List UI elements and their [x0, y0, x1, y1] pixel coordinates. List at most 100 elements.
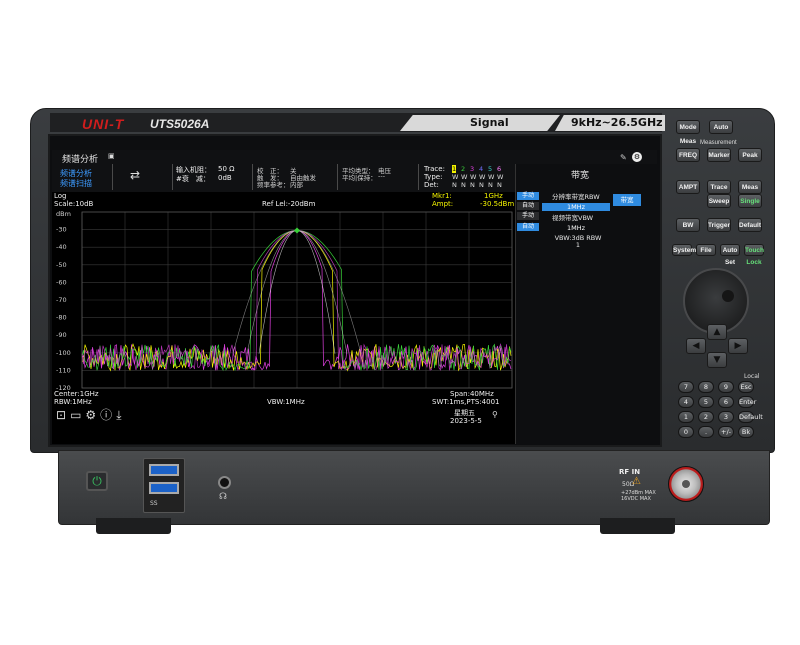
- local-label: Local: [744, 373, 760, 380]
- trace-detector[interactable]: N: [461, 181, 466, 189]
- trace-number[interactable]: 5: [488, 165, 492, 173]
- trace-type[interactable]: W: [497, 173, 503, 181]
- spectrum-graph[interactable]: Log Scale:10dB Ref Lel:-20dBm Mkr1: 1GHz…: [52, 192, 515, 440]
- folder-icon[interactable]: ▭: [70, 408, 85, 422]
- trace-type[interactable]: W: [470, 173, 476, 181]
- trace-detector[interactable]: N: [470, 181, 475, 189]
- usb-port-2[interactable]: [149, 482, 179, 494]
- meas-key[interactable]: FREQ: [676, 148, 700, 162]
- arrow-right-button[interactable]: ▶: [728, 338, 748, 354]
- freq-ref-value: 内部: [290, 181, 303, 189]
- numpad-key[interactable]: 0: [678, 426, 694, 438]
- trace-number[interactable]: 4: [479, 165, 483, 173]
- y-tick-label: -100: [56, 349, 71, 357]
- power-button[interactable]: ⏻: [86, 471, 108, 491]
- swap-icon[interactable]: ⇄: [130, 168, 140, 182]
- vbw-manual-tag[interactable]: 手动: [517, 212, 539, 220]
- y-tick-label: -70: [56, 296, 67, 304]
- peak-marker: [294, 227, 300, 234]
- network-icon[interactable]: ⚲: [492, 410, 498, 419]
- single-key[interactable]: Single: [738, 194, 762, 208]
- system-key[interactable]: Touch Lock: [744, 244, 764, 266]
- det-label: Det:: [424, 181, 439, 189]
- mode-indicator-icon: ▣: [108, 152, 115, 160]
- toolbar-icons[interactable]: ⊡▭⚙ⓘ⤓: [56, 406, 126, 423]
- arrow-down-button[interactable]: ▼: [707, 352, 727, 368]
- trace-detector[interactable]: N: [452, 181, 457, 189]
- submode-sweep[interactable]: 频谱扫描: [60, 178, 92, 189]
- rbw-manual-tag[interactable]: 手动: [517, 192, 539, 200]
- numpad-key[interactable]: 7: [678, 381, 694, 393]
- arrow-up-button[interactable]: ▲: [707, 324, 727, 340]
- meas-key[interactable]: Trace: [707, 180, 731, 194]
- auto-key[interactable]: Auto: [709, 120, 733, 134]
- numpad-key[interactable]: Bk: [738, 426, 754, 438]
- trace-type[interactable]: W: [479, 173, 485, 181]
- span-readout[interactable]: Span:40MHz: [450, 390, 494, 398]
- bw-trigger-default-key[interactable]: Trigger: [707, 218, 731, 232]
- attenuation-value: 0dB: [218, 174, 232, 182]
- trace-type[interactable]: W: [461, 173, 467, 181]
- numpad-key[interactable]: Enter: [738, 396, 756, 408]
- center-frequency[interactable]: Center:1GHz: [54, 390, 99, 398]
- settings-icon[interactable]: ⚙: [85, 408, 100, 422]
- trace-detector[interactable]: N: [488, 181, 493, 189]
- meas-key[interactable]: AMPT: [676, 180, 700, 194]
- bw-trigger-default-key[interactable]: BW: [676, 218, 700, 232]
- rf-connector-pin: [682, 480, 690, 488]
- sweep-time-readout[interactable]: SWT:1ms,PTS:4001: [432, 398, 500, 406]
- numpad-key[interactable]: 1: [678, 411, 694, 423]
- right-foot: [600, 518, 675, 534]
- usb-superspeed-label: SS: [150, 500, 158, 507]
- type-label: Type:: [424, 173, 443, 181]
- rbw-value[interactable]: 1MHz: [542, 203, 610, 211]
- settings-gear-icon[interactable]: ⚙: [632, 152, 642, 162]
- system-key[interactable]: File: [696, 244, 716, 256]
- screenshot-icon[interactable]: ⊡: [56, 408, 70, 422]
- numpad-key[interactable]: 5: [698, 396, 714, 408]
- product-type-label: Signal Analyzer: [400, 115, 560, 131]
- numpad-key[interactable]: 4: [678, 396, 694, 408]
- numpad-key[interactable]: 2: [698, 411, 714, 423]
- vbw-auto-tag[interactable]: 自动: [517, 223, 539, 231]
- bandwidth-filter-button[interactable]: 带宽: [613, 194, 641, 206]
- arrow-left-button[interactable]: ◀: [686, 338, 706, 354]
- trace-detector[interactable]: N: [479, 181, 484, 189]
- rbw-readout[interactable]: RBW:1MHz: [54, 398, 92, 406]
- display-screen[interactable]: 频谱分析 ▣ 频谱分析 频谱扫描 ⇄ 输入机阻： 50 Ω #衰 减： 0dB …: [52, 150, 657, 444]
- trace-type[interactable]: W: [452, 173, 458, 181]
- numpad-key[interactable]: 6: [718, 396, 734, 408]
- sweep-key[interactable]: Sweep: [707, 194, 731, 208]
- edit-icon[interactable]: ✎: [620, 153, 627, 162]
- mode-meas-key[interactable]: Mode Meas: [676, 120, 700, 145]
- system-key[interactable]: System: [672, 244, 696, 256]
- trace-number[interactable]: 1: [452, 165, 457, 173]
- bw-trigger-default-key[interactable]: Default: [738, 218, 762, 232]
- numpad-key[interactable]: 3: [718, 411, 734, 423]
- numpad-key[interactable]: 8: [698, 381, 714, 393]
- meas-key[interactable]: Meas Setup: [738, 180, 762, 205]
- trace-number[interactable]: 2: [461, 165, 465, 173]
- numpad-key[interactable]: .: [698, 426, 714, 438]
- headphone-jack[interactable]: [218, 476, 231, 489]
- vbw-value[interactable]: 1MHz: [542, 224, 610, 232]
- trace-type[interactable]: W: [488, 173, 494, 181]
- numpad-key[interactable]: Esc: [738, 381, 754, 393]
- vbw-rbw-ratio-value[interactable]: 1: [538, 241, 618, 249]
- usb-port-1[interactable]: [149, 464, 179, 476]
- help-icon[interactable]: ⓘ: [100, 408, 116, 422]
- meas-key[interactable]: Peak: [738, 148, 762, 162]
- rf-spec: +27dBm MAX 16VDC MAX: [621, 490, 656, 502]
- rbw-auto-tag[interactable]: 自动: [517, 202, 539, 210]
- numpad-key[interactable]: +/-: [718, 426, 734, 438]
- numpad-key[interactable]: Default: [738, 411, 763, 423]
- system-key[interactable]: Auto Set: [720, 244, 740, 266]
- trace-number[interactable]: 3: [470, 165, 474, 173]
- vbw-readout[interactable]: VBW:1MHz: [267, 398, 305, 406]
- meas-key[interactable]: Marker: [707, 148, 731, 162]
- numpad-key[interactable]: 9: [718, 381, 734, 393]
- save-icon[interactable]: ⤓: [116, 408, 125, 422]
- trace-number[interactable]: 6: [497, 165, 501, 173]
- power-icon: ⏻: [92, 474, 102, 488]
- trace-detector[interactable]: N: [497, 181, 502, 189]
